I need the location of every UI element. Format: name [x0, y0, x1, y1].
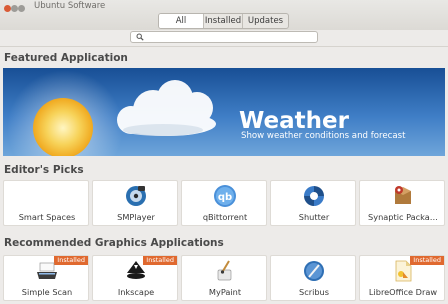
featured-app-subtitle: Show weather conditions and forecast: [241, 131, 406, 141]
weather-banner-art: [7, 70, 216, 156]
app-name: SMPlayer: [117, 212, 155, 222]
app-name: Inkscape: [117, 287, 155, 297]
installed-badge: Installed: [143, 256, 177, 265]
app-tile-synaptic[interactable]: Synaptic Packa…: [359, 180, 445, 226]
app-name: qBittorrent: [202, 212, 248, 222]
app-name: Synaptic Packa…: [368, 212, 438, 222]
window-title: Ubuntu Software: [34, 1, 106, 11]
app-tile-mypaint[interactable]: MyPaint: [181, 255, 267, 301]
app-name: Simple Scan: [21, 287, 73, 297]
tab-updates[interactable]: Updates: [242, 14, 288, 28]
app-tile-simple-scan[interactable]: Installed Simple Scan: [3, 255, 89, 301]
view-switcher: All Installed Updates: [158, 13, 289, 29]
scribus-icon: [304, 261, 324, 281]
minimize-window-button[interactable]: [11, 5, 18, 12]
app-name: LibreOffice Draw: [368, 287, 438, 297]
app-tile-shutter[interactable]: Shutter: [270, 180, 356, 226]
graphics-heading: Recommended Graphics Applications: [4, 237, 224, 249]
tab-installed[interactable]: Installed: [203, 14, 242, 28]
svg-text:qb: qb: [218, 192, 232, 203]
search-icon: [136, 33, 144, 41]
installed-badge: Installed: [54, 256, 88, 265]
title-bar: Ubuntu Software All Installed Updates: [0, 0, 448, 30]
app-name: Scribus: [299, 287, 329, 297]
app-tile-inkscape[interactable]: Installed Inkscape: [92, 255, 178, 301]
synaptic-icon: [395, 186, 411, 204]
app-tile-libreoffice-draw[interactable]: Installed LibreOffice Draw: [359, 255, 445, 301]
app-tile-smplayer[interactable]: SMPlayer: [92, 180, 178, 226]
libreoffice-draw-icon: [395, 260, 412, 282]
installed-badge: Installed: [410, 256, 444, 265]
app-tile-scribus[interactable]: Scribus: [270, 255, 356, 301]
app-name: Shutter: [298, 212, 330, 222]
maximize-window-button[interactable]: [18, 5, 25, 12]
shutter-icon: [304, 186, 324, 206]
featured-heading: Featured Application: [4, 52, 128, 64]
featured-banner[interactable]: Weather Show weather conditions and fore…: [3, 68, 445, 156]
app-tile-qbittorrent[interactable]: qb qBittorrent: [181, 180, 267, 226]
scanner-icon: [37, 262, 57, 279]
app-tile-smart-spaces[interactable]: Smart Spaces: [3, 180, 89, 226]
search-input[interactable]: [130, 31, 318, 43]
tab-all[interactable]: All: [159, 14, 203, 28]
mypaint-icon: [217, 260, 232, 281]
app-name: MyPaint: [208, 287, 242, 297]
close-window-button[interactable]: [4, 5, 11, 12]
header-divider: [0, 46, 448, 47]
inkscape-icon: [127, 261, 145, 279]
app-name: Smart Spaces: [18, 212, 76, 222]
smplayer-icon: [126, 186, 146, 206]
qbittorrent-icon: qb: [214, 185, 236, 207]
editors-picks-heading: Editor's Picks: [4, 164, 84, 176]
